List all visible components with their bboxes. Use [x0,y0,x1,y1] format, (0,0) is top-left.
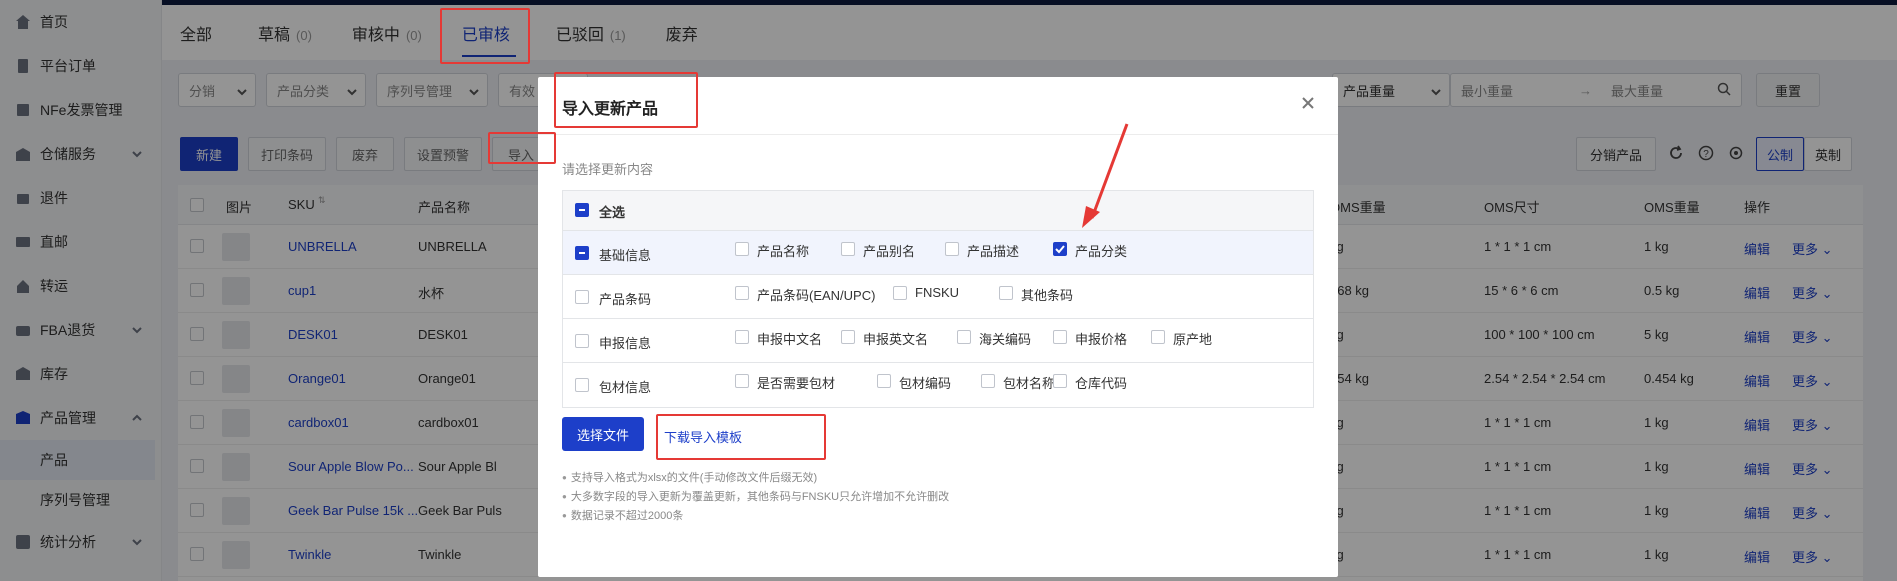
option-checkbox[interactable] [893,286,907,300]
annotation-box-approved-tab [440,8,530,64]
option-label: 产品名称 [757,244,810,259]
option-label: 是否需要包材 [757,376,836,391]
modal-subtitle: 请选择更新内容 [562,162,654,177]
select-all-row: 全选 [563,191,1313,231]
option-label: 包材名称 [1003,376,1056,391]
group-label: 包材信息 [599,380,652,395]
option-group-row: 申报信息 申报中文名 申报英文名 海关编码 申报价格 原产地 [563,319,1313,363]
annotation-box-import-button [488,132,556,164]
option-label: 仓库代码 [1075,376,1128,391]
option-checkbox[interactable] [981,374,995,388]
option-label: 原产地 [1173,332,1213,347]
option-checkbox[interactable] [735,286,749,300]
option-checkbox[interactable] [735,330,749,344]
option-label: 申报中文名 [757,332,823,347]
option-label: 产品描述 [967,244,1020,259]
option-label: 海关编码 [979,332,1032,347]
option-checkbox[interactable] [945,242,959,256]
import-update-modal: 导入更新产品 请选择更新内容 全选 基础信息 产品名称 产品别名 产品描述 产品分类 产品… [538,77,1338,577]
option-label: 产品条码(EAN/UPC) [757,288,876,303]
option-checkbox[interactable] [1053,330,1067,344]
annotation-box-download-link [656,414,826,460]
group-label: 申报信息 [599,336,652,351]
note-item: 大多数字段的导入更新为覆盖更新，其他条码与FNSKU只允许增加不允许删改 [562,488,949,507]
import-notes: 支持导入格式为xlsx的文件(手动修改文件后缀无效) 大多数字段的导入更新为覆盖… [562,469,949,526]
option-group-row: 包材信息 是否需要包材 包材编码 包材名称 仓库代码 [563,363,1313,407]
option-group-row: 基础信息 产品名称 产品别名 产品描述 产品分类 [563,231,1313,275]
select-all-checkbox[interactable] [575,203,589,217]
update-options-table: 全选 基础信息 产品名称 产品别名 产品描述 产品分类产品条码 产品条码(EAN/UPC)… [562,190,1314,408]
select-all-label: 全选 [599,205,626,220]
option-group-row: 产品条码 产品条码(EAN/UPC) FNSKU 其他条码 [563,275,1313,319]
option-checkbox[interactable] [877,374,891,388]
group-checkbox[interactable] [575,334,589,348]
option-label: 申报英文名 [863,332,929,347]
option-label: 其他条码 [1021,288,1074,303]
option-checkbox[interactable] [1151,330,1165,344]
annotation-box-modal-title [554,72,698,128]
option-checkbox[interactable] [735,242,749,256]
option-checkbox[interactable] [1053,374,1067,388]
group-label: 产品条码 [599,292,652,307]
choose-file-button[interactable]: 选择文件 [562,417,644,451]
option-checkbox[interactable] [841,242,855,256]
note-item: 支持导入格式为xlsx的文件(手动修改文件后缀无效) [562,469,949,488]
group-checkbox[interactable] [575,290,589,304]
option-checkbox[interactable] [841,330,855,344]
option-label: 申报价格 [1075,332,1128,347]
group-checkbox[interactable] [575,246,589,260]
close-icon[interactable] [1300,95,1320,115]
group-label: 基础信息 [599,248,652,263]
option-label: FNSKU [915,285,960,300]
option-checkbox[interactable] [999,286,1013,300]
option-label: 产品分类 [1075,244,1128,259]
note-item: 数据记录不超过2000条 [562,507,949,526]
option-label: 产品别名 [863,244,916,259]
option-checkbox[interactable] [735,374,749,388]
option-checkbox[interactable] [957,330,971,344]
option-label: 包材编码 [899,376,952,391]
group-checkbox[interactable] [575,378,589,392]
option-checkbox[interactable] [1053,242,1067,256]
